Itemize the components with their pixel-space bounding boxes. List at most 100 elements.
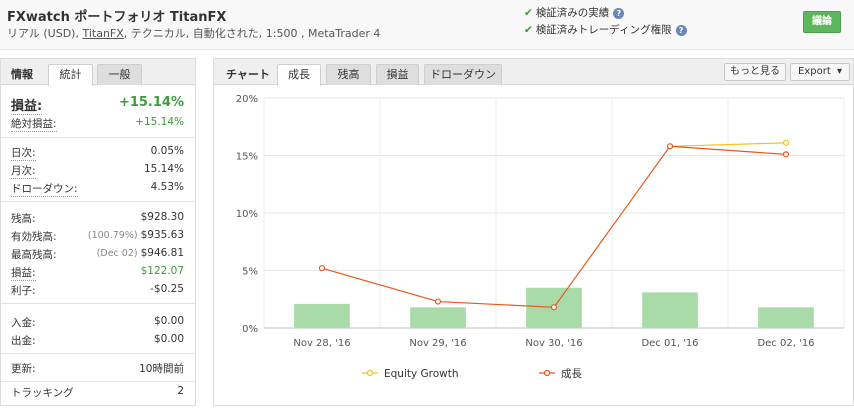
stat-label: 損益:: [11, 95, 43, 115]
info-label: 情報: [11, 68, 33, 81]
legend-swatch-marker: [543, 369, 551, 377]
checkmark-icon: ✔: [524, 7, 533, 19]
stat-label: 利子:: [11, 285, 36, 297]
growth-chart: 0% 5% 10% 15% 20% Nov 28, '16 Nov 29, '16 Nov 3…: [214, 86, 853, 406]
stat-value: $0.00: [153, 315, 184, 327]
stat-absolute-gain: 絶対損益: +15.14%: [11, 116, 184, 132]
stat-value: $928.30: [140, 211, 184, 223]
legend-label[interactable]: 成長: [561, 368, 582, 380]
x-tick-label: Nov 30, '16: [525, 338, 582, 349]
legend-label[interactable]: Equity Growth: [384, 368, 459, 380]
stat-interest: 利子: -$0.25: [11, 283, 184, 299]
stat-label: 月次:: [11, 165, 36, 179]
stat-label: 更新:: [11, 363, 36, 375]
stat-label: 入金:: [11, 317, 36, 329]
stat-value: $122.07: [140, 265, 184, 277]
stat-value: 10時間前: [139, 363, 184, 375]
help-icon[interactable]: ?: [613, 8, 625, 19]
stat-value: 0.05%: [150, 145, 184, 157]
stat-value: +15.14%: [118, 95, 184, 110]
x-tick-label: Nov 29, '16: [409, 338, 466, 349]
data-point[interactable]: [782, 139, 790, 146]
stat-label: 有効残高:: [11, 231, 57, 243]
chart-panel: チャート 成長 残高 損益 ドローダウン もっと見る Export ▾ 0% 5%…: [213, 58, 854, 406]
stat-value: 15.14%: [143, 163, 184, 175]
divider: [1, 303, 195, 304]
verified-track-record-label: 検証済みの実績: [535, 7, 610, 19]
stat-drawdown: ドローダウン: 4.53%: [11, 181, 184, 197]
chart-bar[interactable]: [642, 292, 698, 328]
stat-equity: 有効残高: (100.79%) $935.63: [11, 229, 184, 245]
chevron-down-icon: ▾: [836, 66, 842, 77]
divider: [1, 353, 195, 354]
stat-value: $935.63: [140, 229, 184, 241]
x-tick-label: Nov 28, '16: [293, 338, 350, 349]
tab-profit[interactable]: 損益: [376, 64, 419, 85]
y-tick-label: 15%: [236, 152, 258, 163]
checkmark-icon: ✔: [524, 24, 533, 36]
chart-svg: 0% 5% 10% 15% 20% Nov 28, '16 Nov 29, '16 Nov 3…: [236, 94, 845, 380]
export-label: Export: [798, 66, 831, 77]
stat-gain: 損益: +15.14%: [11, 95, 184, 115]
stat-label: 残高:: [11, 213, 36, 225]
divider: [1, 137, 195, 138]
data-point[interactable]: [318, 265, 326, 272]
broker-link[interactable]: TitanFX: [82, 27, 123, 40]
data-point[interactable]: [434, 298, 442, 305]
account-subtitle: リアル (USD), TitanFX, テクニカル, 自動化された, 1:500…: [7, 25, 380, 41]
tab-general[interactable]: 一般: [97, 64, 142, 85]
stat-profit: 損益: $122.07: [11, 265, 184, 281]
stat-value: $0.00: [153, 333, 184, 345]
series-line: [321, 145, 787, 308]
chart-bar[interactable]: [410, 307, 466, 328]
y-tick-label: 10%: [236, 209, 258, 220]
info-panel: 情報 統計 一般 損益: +15.14% 絶対損益: +15.14% 日次: 0…: [0, 58, 196, 406]
stat-label: 最高残高:: [11, 249, 57, 261]
stat-value: -$0.25: [150, 283, 184, 295]
divider: [1, 381, 195, 382]
help-icon[interactable]: ?: [675, 25, 687, 36]
stat-label: 出金:: [11, 335, 36, 347]
verified-track-record: ✔ 検証済みの実績?: [524, 5, 625, 20]
tab-balance[interactable]: 残高: [326, 64, 371, 85]
stat-tracking: トラッキング 2: [11, 385, 184, 401]
chart-bar[interactable]: [758, 307, 814, 328]
verified-trading-privileges-label: 検証済みトレーディング権限: [535, 24, 672, 36]
tab-drawdown[interactable]: ドローダウン: [424, 64, 502, 85]
stat-monthly: 月次: 15.14%: [11, 163, 184, 179]
data-point[interactable]: [782, 151, 790, 158]
stat-value[interactable]: 2: [177, 385, 184, 397]
verified-trading-privileges: ✔ 検証済みトレーディング権限?: [524, 22, 687, 37]
discuss-button[interactable]: 議論: [803, 11, 841, 33]
more-button[interactable]: もっと見る: [724, 63, 786, 81]
tab-growth[interactable]: 成長: [277, 64, 321, 86]
divider: [1, 201, 195, 202]
stat-value: +15.14%: [135, 116, 184, 128]
stat-highest: 最高残高: (Dec 02) $946.81: [11, 247, 184, 263]
chart-bar[interactable]: [294, 303, 350, 328]
x-tick-label: Dec 02, '16: [757, 338, 814, 349]
subtitle-suffix: , テクニカル, 自動化された, 1:500 , MetaTrader 4: [123, 27, 381, 40]
x-tick-label: Dec 01, '16: [641, 338, 698, 349]
stat-note: (Dec 02): [96, 248, 138, 259]
legend-swatch-marker: [366, 369, 374, 377]
stat-label: 絶対損益:: [11, 118, 57, 132]
y-tick-label: 5%: [242, 267, 258, 278]
stat-label: 損益:: [11, 267, 36, 281]
stat-value: $946.81: [140, 247, 184, 259]
info-tabbar: 情報 統計 一般: [1, 59, 195, 86]
stat-balance: 残高: $928.30: [11, 211, 184, 227]
stat-value: 4.53%: [150, 181, 184, 193]
stat-note: (100.79%): [87, 230, 138, 241]
y-tick-label: 0%: [242, 324, 258, 335]
stat-daily: 日次: 0.05%: [11, 145, 184, 161]
y-tick-label: 20%: [236, 94, 258, 105]
data-point[interactable]: [550, 304, 558, 311]
stat-label: トラッキング: [11, 387, 74, 399]
stat-deposits: 入金: $0.00: [11, 315, 184, 331]
tab-stats[interactable]: 統計: [48, 64, 93, 86]
export-button[interactable]: Export ▾: [790, 63, 850, 81]
stat-withdrawals: 出金: $0.00: [11, 333, 184, 349]
stat-label: ドローダウン:: [11, 183, 78, 197]
data-point[interactable]: [666, 143, 674, 150]
